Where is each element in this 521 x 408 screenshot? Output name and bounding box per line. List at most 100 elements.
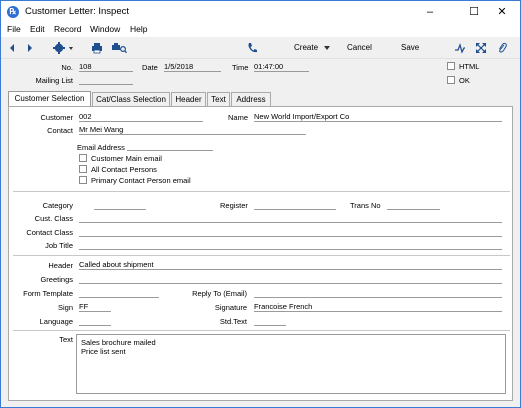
menu-bar: File Edit Record Window Help — [1, 23, 520, 37]
title-bar: ℞ Customer Letter: Inspect – ☐ ✕ — [1, 1, 520, 23]
std-text-label: Std.Text — [219, 317, 247, 326]
cancel-button[interactable]: Cancel — [347, 42, 372, 54]
no-label: No. — [61, 63, 73, 72]
print-button[interactable] — [91, 42, 103, 54]
tab-address[interactable]: Address — [231, 92, 271, 106]
save-button[interactable]: Save — [401, 42, 419, 54]
primary-contact-email-checkbox[interactable] — [79, 176, 87, 184]
section-divider — [13, 330, 510, 331]
html-checkbox[interactable] — [447, 62, 455, 70]
menu-record[interactable]: Record — [54, 24, 81, 34]
arrow-left-icon — [10, 44, 14, 52]
operations-menu-button[interactable] — [53, 42, 75, 54]
cust-class-label: Cust. Class — [34, 214, 73, 223]
tab-text[interactable]: Text — [207, 92, 230, 106]
language-label: Language — [39, 317, 73, 326]
mailing-list-label: Mailing List — [35, 76, 73, 85]
reply-to-field[interactable] — [254, 288, 502, 298]
printer-icon — [92, 43, 102, 54]
greetings-field[interactable] — [79, 274, 502, 284]
date-label: Date — [142, 63, 158, 72]
text-area[interactable]: Sales brochure mailed Price list sent — [76, 334, 506, 394]
phone-button[interactable] — [247, 42, 257, 54]
all-contact-persons-label: All Contact Persons — [91, 165, 157, 174]
gear-icon — [53, 42, 73, 54]
contact-class-label: Contact Class — [26, 228, 73, 237]
signature-label: Signature — [214, 303, 247, 312]
text-label: Text — [59, 335, 73, 344]
create-button-label: Create — [294, 43, 319, 52]
ok-checkbox[interactable] — [447, 76, 455, 84]
trans-no-label: Trans No — [350, 201, 381, 210]
mailing-list-field[interactable] — [79, 75, 133, 85]
phone-icon — [248, 43, 257, 53]
contact-field[interactable]: Mr Mei Wang — [79, 125, 306, 135]
expand-button[interactable] — [475, 42, 487, 54]
tab-header[interactable]: Header — [171, 92, 206, 106]
language-field[interactable] — [79, 316, 111, 326]
greetings-label: Greetings — [40, 275, 73, 284]
window-title: Customer Letter: Inspect — [25, 6, 130, 17]
trans-no-field[interactable] — [387, 200, 440, 210]
sign-field[interactable]: FF — [79, 302, 111, 312]
previous-record-button[interactable] — [8, 42, 16, 54]
html-checkbox-label: HTML — [459, 62, 480, 71]
date-field[interactable]: 1/5/2018 — [164, 62, 221, 72]
expand-arrows-icon — [476, 43, 486, 53]
customer-field[interactable]: 002 — [79, 112, 203, 122]
print-preview-button[interactable] — [111, 42, 127, 54]
app-logo-icon: ℞ — [7, 6, 19, 18]
tab-customer-selection[interactable]: Customer Selection — [8, 91, 91, 106]
customer-main-email-label: Customer Main email — [91, 154, 162, 163]
name-label: Name — [228, 113, 249, 122]
signature-field[interactable]: Francoise French — [254, 302, 502, 312]
sign-label: Sign — [57, 303, 73, 312]
register-label: Register — [220, 201, 248, 210]
name-field[interactable]: New World Import/Export Co — [254, 112, 502, 122]
activity-button[interactable] — [454, 42, 466, 54]
reply-to-label: Reply To (Email) — [192, 289, 247, 298]
customer-letter-window: ℞ Customer Letter: Inspect – ☐ ✕ File Ed… — [0, 0, 521, 408]
menu-file[interactable]: File — [7, 24, 21, 34]
form-template-label: Form Template — [23, 289, 73, 298]
no-field[interactable]: 108 — [79, 62, 133, 72]
contact-class-field[interactable] — [79, 227, 502, 237]
register-field[interactable] — [254, 200, 336, 210]
section-divider — [13, 255, 510, 256]
pulse-icon — [455, 42, 465, 54]
customer-main-email-checkbox[interactable] — [79, 154, 87, 162]
attachments-button[interactable] — [497, 42, 507, 54]
minimize-button[interactable]: – — [412, 1, 448, 23]
form-template-field[interactable] — [79, 288, 159, 298]
close-button[interactable]: ✕ — [484, 1, 520, 23]
text-line: Price list sent — [81, 347, 126, 356]
job-title-field[interactable] — [79, 240, 502, 250]
toolbar: Create Cancel Save — [1, 37, 520, 59]
email-address-field[interactable] — [127, 141, 213, 151]
customer-label: Customer — [40, 113, 73, 122]
time-field[interactable]: 01:47:00 — [254, 62, 309, 72]
std-text-field[interactable] — [254, 316, 286, 326]
create-button[interactable]: Create — [294, 42, 331, 54]
contact-label: Contact — [47, 126, 73, 135]
section-divider — [13, 191, 510, 192]
arrow-right-icon — [28, 44, 32, 52]
menu-edit[interactable]: Edit — [30, 24, 45, 34]
menu-help[interactable]: Help — [130, 24, 147, 34]
ok-checkbox-label: OK — [459, 76, 470, 85]
menu-window[interactable]: Window — [90, 24, 120, 34]
all-contact-persons-checkbox[interactable] — [79, 165, 87, 173]
next-record-button[interactable] — [26, 42, 34, 54]
header-field[interactable]: Called about shipment — [79, 260, 502, 270]
text-line: Sales brochure mailed — [81, 338, 156, 347]
primary-contact-email-label: Primary Contact Person email — [91, 176, 191, 185]
chevron-down-icon — [324, 45, 331, 50]
time-label: Time — [232, 63, 249, 72]
cust-class-field[interactable] — [79, 213, 502, 223]
job-title-label: Job Title — [45, 241, 73, 250]
category-field[interactable] — [94, 200, 146, 210]
print-preview-icon — [112, 43, 127, 54]
category-label: Category — [42, 201, 73, 210]
tab-cat-class-selection[interactable]: Cat/Class Selection — [92, 92, 170, 106]
customer-selection-panel: Customer 002 Name New World Import/Expor… — [8, 106, 513, 401]
